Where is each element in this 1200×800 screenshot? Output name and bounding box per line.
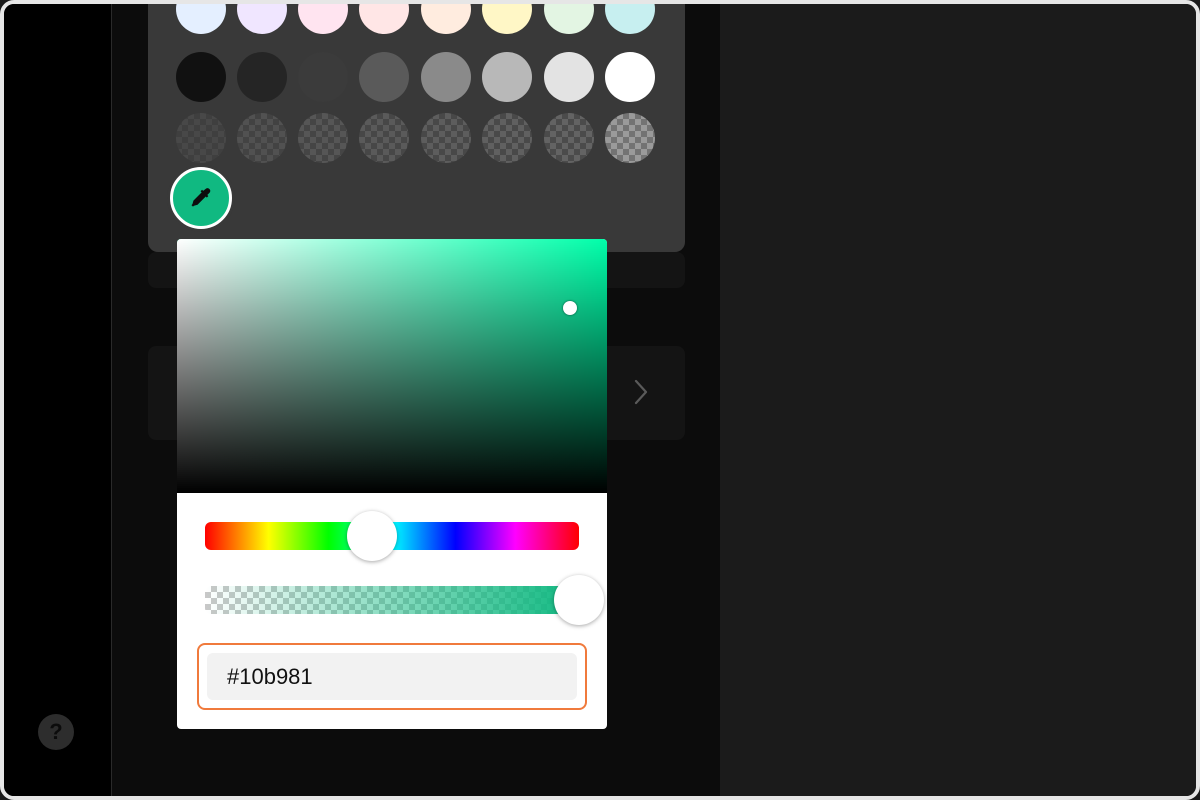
swatch-pastel-yellow[interactable] — [482, 4, 532, 34]
swatch-pastel-orange[interactable] — [421, 4, 471, 34]
hex-input[interactable] — [207, 653, 577, 700]
help-icon[interactable]: ? — [38, 714, 74, 750]
swatch-pastel-cyan[interactable] — [605, 4, 655, 34]
swatch-transparent-7[interactable] — [544, 113, 594, 163]
swatch-gray-6[interactable] — [482, 52, 532, 102]
swatch-gray-2[interactable] — [237, 52, 287, 102]
swatch-transparent-8[interactable] — [605, 113, 655, 163]
color-picker — [177, 239, 607, 729]
saturation-value-area[interactable] — [177, 239, 607, 493]
swatch-gray-7[interactable] — [544, 52, 594, 102]
swatch-transparent-5[interactable] — [421, 113, 471, 163]
swatch-transparent-3[interactable] — [298, 113, 348, 163]
swatch-pastel-red[interactable] — [359, 4, 409, 34]
swatch-palette — [148, 4, 685, 252]
swatch-pastel-purple[interactable] — [237, 4, 287, 34]
swatch-white[interactable] — [605, 52, 655, 102]
left-rail — [4, 4, 112, 796]
swatch-gray-4[interactable] — [359, 52, 409, 102]
alpha-slider-thumb[interactable] — [554, 575, 604, 625]
swatch-gray-1[interactable] — [176, 52, 226, 102]
alpha-slider[interactable] — [205, 586, 579, 614]
eyedropper-button[interactable] — [170, 167, 232, 229]
canvas-area[interactable] — [720, 4, 1196, 796]
swatch-gray-5[interactable] — [421, 52, 471, 102]
hex-input-focus-ring — [197, 643, 587, 710]
swatch-pastel-pink[interactable] — [298, 4, 348, 34]
swatch-transparent-4[interactable] — [359, 113, 409, 163]
swatch-pastel-blue[interactable] — [176, 4, 226, 34]
swatch-pastel-green[interactable] — [544, 4, 594, 34]
saturation-value-thumb[interactable] — [563, 301, 577, 315]
swatch-gray-3[interactable] — [298, 52, 348, 102]
swatch-transparent-2[interactable] — [237, 113, 287, 163]
chevron-right-icon[interactable] — [630, 376, 652, 408]
app-window: ? — [0, 0, 1200, 800]
swatch-transparent-1[interactable] — [176, 113, 226, 163]
eyedropper-icon — [191, 188, 211, 207]
swatch-transparent-6[interactable] — [482, 113, 532, 163]
hue-slider-thumb[interactable] — [347, 511, 397, 561]
help-label: ? — [49, 719, 63, 744]
